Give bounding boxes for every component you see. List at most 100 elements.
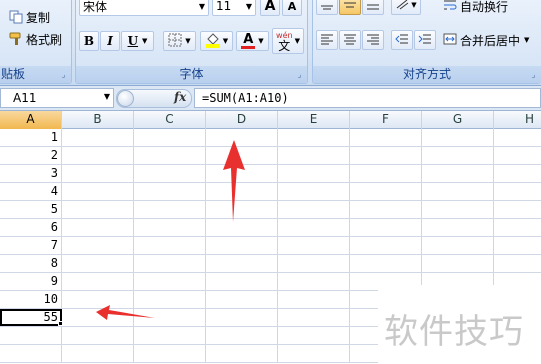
cell-e1[interactable] — [278, 129, 350, 146]
cell-c12[interactable] — [134, 327, 206, 344]
column-header-g[interactable]: G — [422, 111, 494, 129]
cell-g2[interactable] — [422, 147, 494, 164]
cell-c3[interactable] — [134, 165, 206, 182]
cell-f6[interactable] — [350, 219, 422, 236]
italic-button[interactable]: I — [100, 31, 120, 51]
column-header-a[interactable]: A — [0, 111, 62, 129]
cell-d7[interactable] — [206, 237, 278, 254]
cell-a2[interactable]: 2 — [0, 147, 62, 164]
font-name-select[interactable]: 宋体 ▼ — [79, 0, 209, 16]
cell-h6[interactable] — [494, 219, 541, 236]
fill-color-button[interactable]: ▼ — [200, 31, 233, 51]
grow-font-button[interactable]: A — [260, 0, 280, 16]
cell-g5[interactable] — [422, 201, 494, 218]
cell-d1[interactable] — [206, 129, 278, 146]
cell-h3[interactable] — [494, 165, 541, 182]
column-header-h[interactable]: H — [494, 111, 541, 129]
borders-button[interactable]: ▼ — [163, 31, 196, 51]
orientation-button[interactable]: ▼ — [391, 0, 421, 15]
align-right-button[interactable] — [362, 30, 384, 50]
cell-e7[interactable] — [278, 237, 350, 254]
cell-e10[interactable] — [278, 291, 350, 308]
copy-button[interactable]: 复制 — [9, 7, 50, 27]
alignment-launcher-icon[interactable]: ⌟ — [529, 71, 538, 80]
merge-center-button[interactable]: 合并后居中 ▼ — [443, 30, 529, 50]
cell-e3[interactable] — [278, 165, 350, 182]
cell-c9[interactable] — [134, 273, 206, 290]
cell-g1[interactable] — [422, 129, 494, 146]
cell-h7[interactable] — [494, 237, 541, 254]
cell-f5[interactable] — [350, 201, 422, 218]
decrease-indent-button[interactable] — [391, 30, 413, 50]
cell-d13[interactable] — [206, 345, 278, 362]
font-color-button[interactable]: A ▼ — [236, 31, 269, 51]
cell-b4[interactable] — [62, 183, 134, 200]
cell-a9[interactable]: 9 — [0, 273, 62, 290]
cell-e13[interactable] — [278, 345, 350, 362]
cell-d4[interactable] — [206, 183, 278, 200]
cell-a13[interactable] — [0, 345, 62, 362]
expand-circle-icon[interactable] — [117, 90, 134, 107]
cell-g8[interactable] — [422, 255, 494, 272]
align-bottom-button[interactable] — [362, 0, 384, 15]
cell-d12[interactable] — [206, 327, 278, 344]
chevron-down-icon[interactable]: ▼ — [101, 88, 113, 106]
column-header-f[interactable]: F — [350, 111, 422, 129]
cell-b9[interactable] — [62, 273, 134, 290]
cell-c10[interactable] — [134, 291, 206, 308]
shrink-font-button[interactable]: A — [282, 0, 302, 16]
cell-h1[interactable] — [494, 129, 541, 146]
cell-h4[interactable] — [494, 183, 541, 200]
cell-d9[interactable] — [206, 273, 278, 290]
cell-d8[interactable] — [206, 255, 278, 272]
cell-a10[interactable]: 10 — [0, 291, 62, 308]
font-size-select[interactable]: 11 ▼ — [212, 0, 256, 16]
cell-d2[interactable] — [206, 147, 278, 164]
cell-f3[interactable] — [350, 165, 422, 182]
cell-c2[interactable] — [134, 147, 206, 164]
cell-a8[interactable]: 8 — [0, 255, 62, 272]
cell-f2[interactable] — [350, 147, 422, 164]
cell-b12[interactable] — [62, 327, 134, 344]
cell-g3[interactable] — [422, 165, 494, 182]
cell-e5[interactable] — [278, 201, 350, 218]
cell-h2[interactable] — [494, 147, 541, 164]
column-header-b[interactable]: B — [62, 111, 134, 129]
column-header-c[interactable]: C — [134, 111, 206, 129]
cell-b10[interactable] — [62, 291, 134, 308]
cell-b2[interactable] — [62, 147, 134, 164]
cell-a6[interactable]: 6 — [0, 219, 62, 236]
cell-a1[interactable]: 1 — [0, 129, 62, 146]
cell-g6[interactable] — [422, 219, 494, 236]
cell-h5[interactable] — [494, 201, 541, 218]
cell-a5[interactable]: 5 — [0, 201, 62, 218]
cell-c8[interactable] — [134, 255, 206, 272]
align-left-button[interactable] — [316, 30, 338, 50]
cell-d10[interactable] — [206, 291, 278, 308]
cell-a3[interactable]: 3 — [0, 165, 62, 182]
cell-f8[interactable] — [350, 255, 422, 272]
cell-d5[interactable] — [206, 201, 278, 218]
cell-c5[interactable] — [134, 201, 206, 218]
cell-c6[interactable] — [134, 219, 206, 236]
cell-e9[interactable] — [278, 273, 350, 290]
cell-b11[interactable] — [62, 309, 134, 326]
cell-b7[interactable] — [62, 237, 134, 254]
cell-c13[interactable] — [134, 345, 206, 362]
cell-f4[interactable] — [350, 183, 422, 200]
increase-indent-button[interactable] — [414, 30, 436, 50]
name-box[interactable]: A11 — [0, 88, 114, 108]
font-launcher-icon[interactable]: ⌟ — [295, 71, 304, 80]
clipboard-launcher-icon[interactable]: ⌟ — [59, 71, 68, 80]
cell-f7[interactable] — [350, 237, 422, 254]
column-header-e[interactable]: E — [278, 111, 350, 129]
cell-e6[interactable] — [278, 219, 350, 236]
cell-b5[interactable] — [62, 201, 134, 218]
cell-b3[interactable] — [62, 165, 134, 182]
fill-handle[interactable] — [58, 321, 63, 326]
cell-b8[interactable] — [62, 255, 134, 272]
phonetic-guide-button[interactable]: wén 文 ▼ — [272, 28, 304, 54]
align-top-button[interactable] — [316, 0, 338, 15]
cell-f1[interactable] — [350, 129, 422, 146]
cell-a11[interactable]: 55 — [0, 309, 63, 326]
